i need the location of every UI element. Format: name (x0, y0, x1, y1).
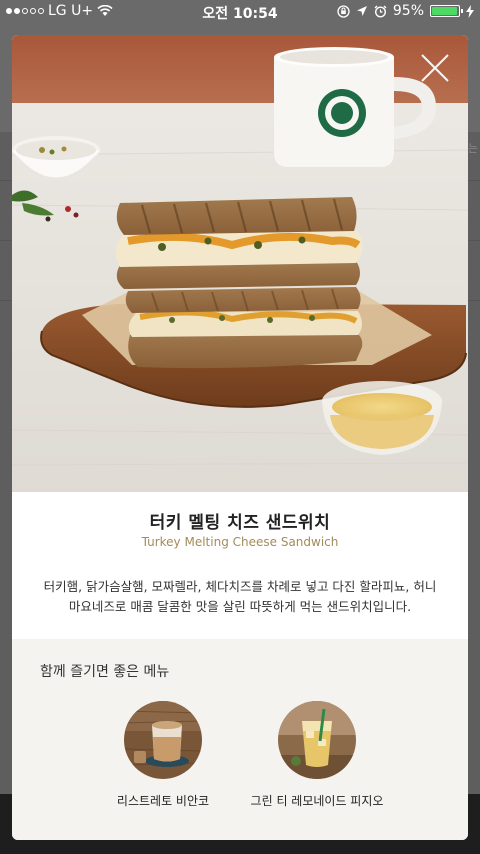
status-bar: LG U+ 오전 10:54 95% (0, 0, 480, 24)
status-right: 95% (337, 3, 474, 19)
product-photo (12, 35, 468, 492)
recommend-item-name: 그린 티 레모네이드 피지오 (250, 794, 384, 808)
product-name-en: Turkey Melting Cheese Sandwich (141, 535, 339, 549)
recommend-item-name: 리스트레토 비안코 (116, 794, 210, 808)
charging-icon (466, 4, 474, 18)
close-icon[interactable] (418, 51, 452, 85)
alarm-icon (374, 5, 387, 18)
product-info: 터키 멜팅 치즈 샌드위치 Turkey Melting Cheese Sand… (12, 492, 468, 639)
product-name-ko: 터키 멜팅 치즈 샌드위치 (149, 513, 331, 533)
product-description: 터키햄, 닭가슴살햄, 모짜렐라, 체다치즈를 차례로 넣고 다진 할라피뇨, … (43, 579, 437, 614)
sandwich-photo (12, 35, 468, 492)
battery-level (432, 7, 457, 15)
recommend-item[interactable]: 그린 티 레모네이드 피지오 (242, 701, 392, 809)
background-edge-text: 는 (467, 142, 478, 155)
lock-rotation-icon (337, 4, 350, 18)
battery-percent: 95% (392, 3, 424, 19)
battery-icon (430, 5, 463, 17)
recommend-title: 함께 즐기면 좋은 메뉴 (40, 664, 170, 680)
recommend-item[interactable]: 리스트레토 비안코 (88, 701, 238, 809)
recommend-section: 함께 즐기면 좋은 메뉴 리스트레토 비안코 그린 티 레모네이드 피지오 (12, 639, 468, 840)
location-icon (356, 6, 367, 16)
green-tea-lemonade-photo (278, 701, 356, 779)
product-detail-modal: 터키 멜팅 치즈 샌드위치 Turkey Melting Cheese Sand… (12, 35, 468, 840)
ristretto-bianco-photo (124, 701, 202, 779)
